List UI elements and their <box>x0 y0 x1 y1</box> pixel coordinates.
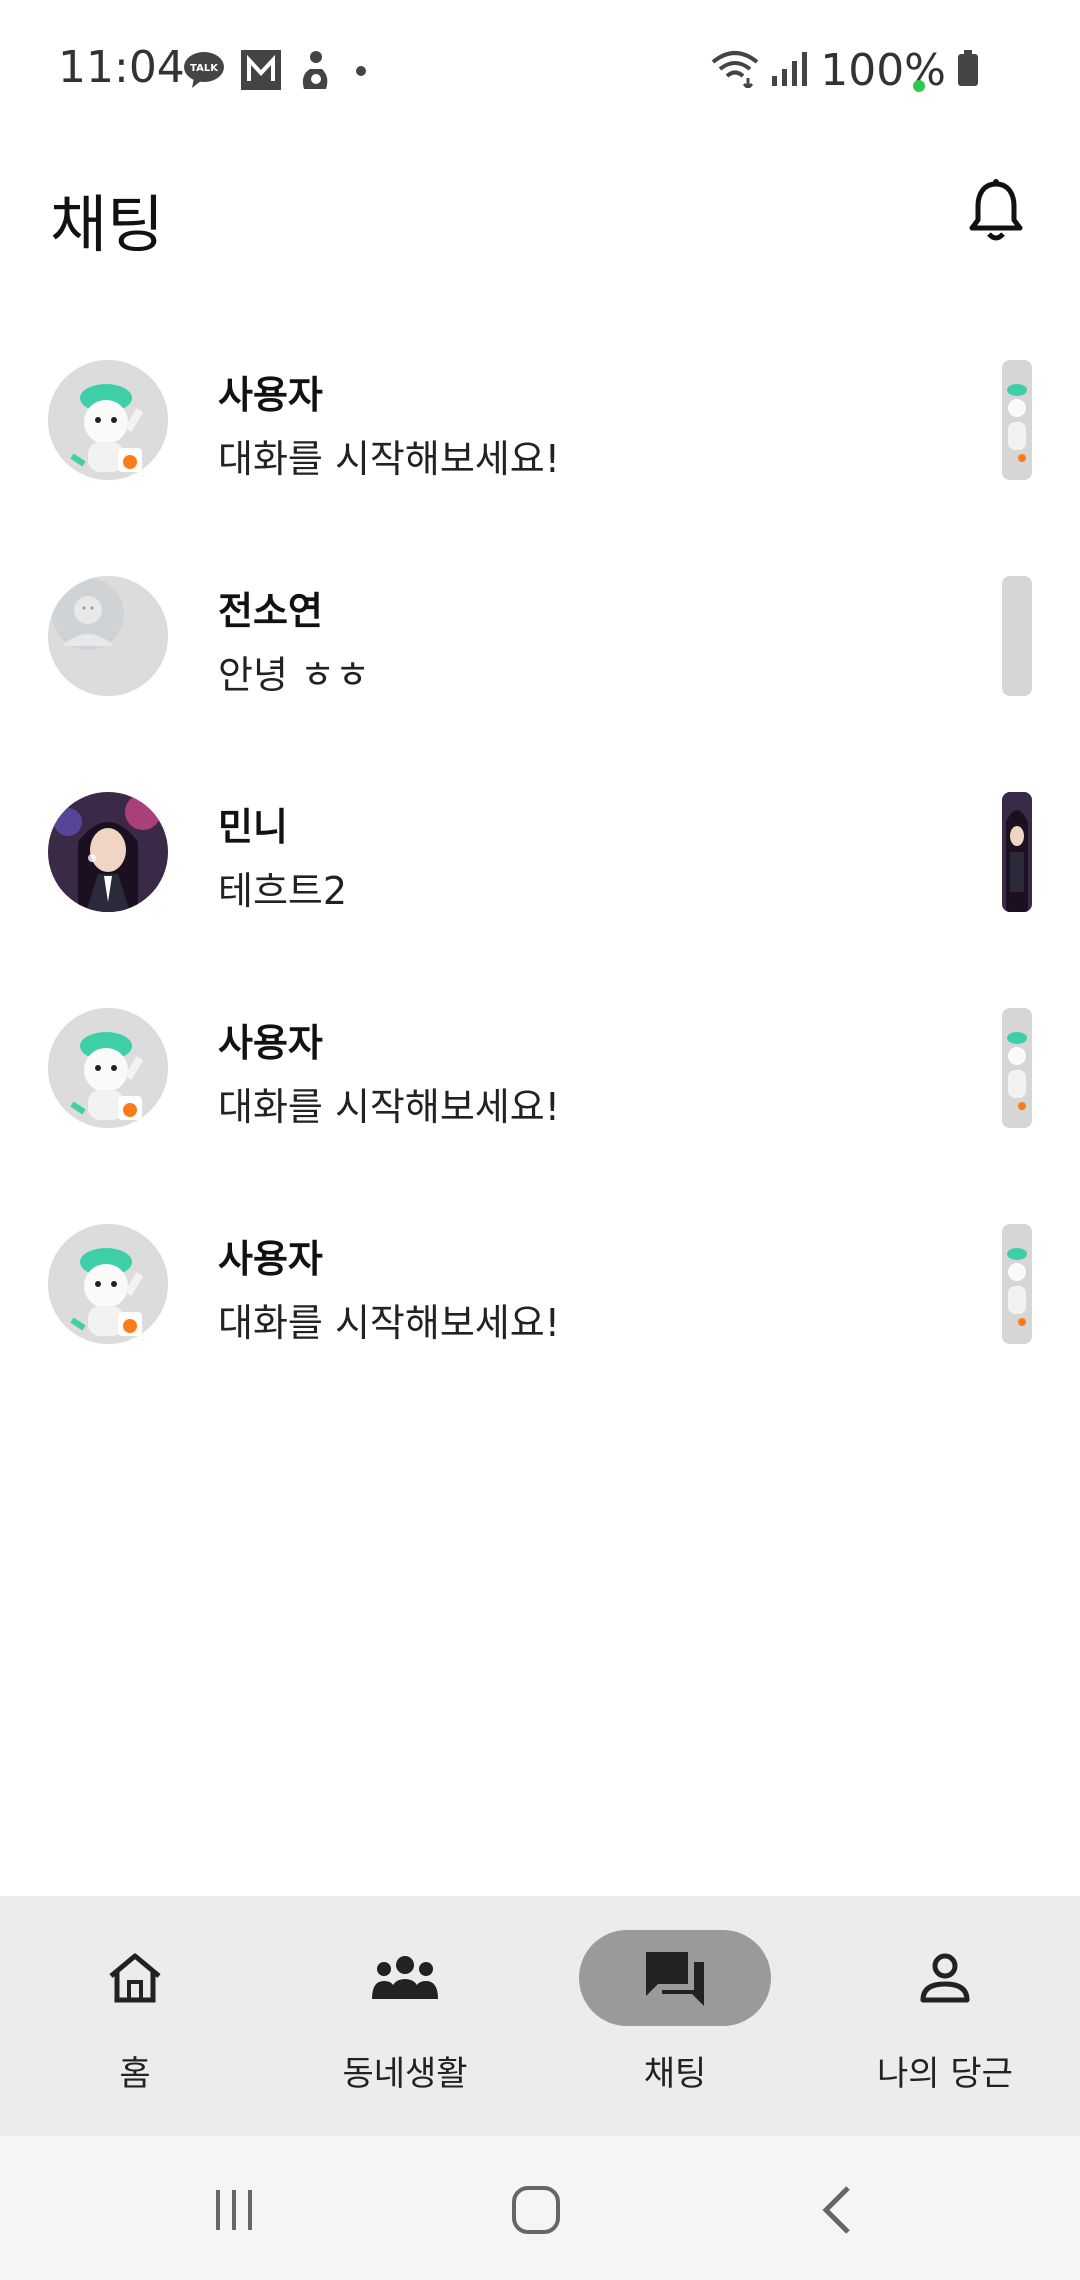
chat-list-item[interactable]: 전소연 안녕 ㅎㅎ <box>0 556 1080 772</box>
chat-name: 사용자 <box>218 373 323 417</box>
mascot-avatar <box>48 1008 168 1128</box>
chat-thumbnail <box>1002 1224 1032 1344</box>
chat-name: 전소연 <box>218 589 323 633</box>
people-icon <box>309 1930 501 2026</box>
chat-thumbnail <box>1002 360 1032 480</box>
chat-last-message: 테흐트2 <box>218 869 348 913</box>
mascot-avatar <box>48 1224 168 1344</box>
photo-avatar <box>48 792 168 912</box>
kakaotalk-icon: TALK <box>182 50 226 94</box>
nav-label: 나의 당근 <box>877 2054 1013 2094</box>
system-status-icons: 100% <box>710 44 980 96</box>
figure-icon <box>296 49 332 95</box>
wifi-icon <box>710 48 760 92</box>
chat-list-item[interactable]: 사용자 대화를 시작해보세요! <box>0 988 1080 1204</box>
chat-thumbnail <box>1002 792 1032 912</box>
chat-last-message: 안녕 ㅎㅎ <box>218 653 370 697</box>
status-time: 11:04 <box>58 42 185 93</box>
dot-icon <box>346 49 376 95</box>
privacy-indicator <box>913 80 925 92</box>
chat-name: 민니 <box>218 805 288 849</box>
page-title: 채팅 <box>50 188 165 261</box>
status-bar: 11:04 TALK 100% <box>0 0 1080 140</box>
bell-icon[interactable] <box>968 178 1024 244</box>
mascot-avatar <box>48 360 168 480</box>
bottom-nav: 홈 동네생활 채팅 나의 당근 <box>0 1896 1080 2136</box>
nav-neighborhood[interactable]: 동네생활 <box>270 1896 540 2136</box>
chat-icon <box>579 1930 771 2026</box>
nav-chat[interactable]: 채팅 <box>540 1896 810 2136</box>
nav-label: 채팅 <box>643 2054 707 2094</box>
chat-thumbnail <box>1002 1008 1032 1128</box>
battery-icon <box>956 48 980 92</box>
svg-text:TALK: TALK <box>190 63 219 74</box>
chat-last-message: 대화를 시작해보세요! <box>218 1085 560 1129</box>
nav-label: 동네생활 <box>342 2054 468 2094</box>
system-nav-bar <box>0 2136 1080 2280</box>
default-profile-avatar <box>48 576 168 696</box>
nav-label: 홈 <box>119 2054 151 2094</box>
signal-icon <box>770 48 810 92</box>
home-button-icon[interactable] <box>506 2180 566 2240</box>
back-icon[interactable] <box>810 2180 870 2240</box>
chat-list-item[interactable]: 민니 테흐트2 <box>0 772 1080 988</box>
nav-home[interactable]: 홈 <box>0 1896 270 2136</box>
gmail-icon <box>240 49 282 95</box>
notification-icons: TALK <box>182 48 376 96</box>
app-header: 채팅 <box>0 160 1080 280</box>
chat-last-message: 대화를 시작해보세요! <box>218 1301 560 1345</box>
chat-name: 사용자 <box>218 1237 323 1281</box>
nav-my-profile[interactable]: 나의 당근 <box>810 1896 1080 2136</box>
chat-list: 사용자 대화를 시작해보세요! 전소연 안녕 ㅎㅎ 민니 테흐트2 사용자 대화… <box>0 340 1080 1420</box>
chat-name: 사용자 <box>218 1021 323 1065</box>
chat-list-item[interactable]: 사용자 대화를 시작해보세요! <box>0 340 1080 556</box>
chat-last-message: 대화를 시작해보세요! <box>218 437 560 481</box>
recent-apps-icon[interactable] <box>204 2180 264 2240</box>
home-icon <box>39 1930 231 2026</box>
battery-level: 100% <box>820 44 946 96</box>
chat-thumbnail <box>1002 576 1032 696</box>
chat-list-item[interactable]: 사용자 대화를 시작해보세요! <box>0 1204 1080 1420</box>
chat-screen: 11:04 TALK 100% 채팅 사용자 대화를 시작해보세요! 전소연 안… <box>0 0 1080 2280</box>
person-icon <box>849 1930 1041 2026</box>
